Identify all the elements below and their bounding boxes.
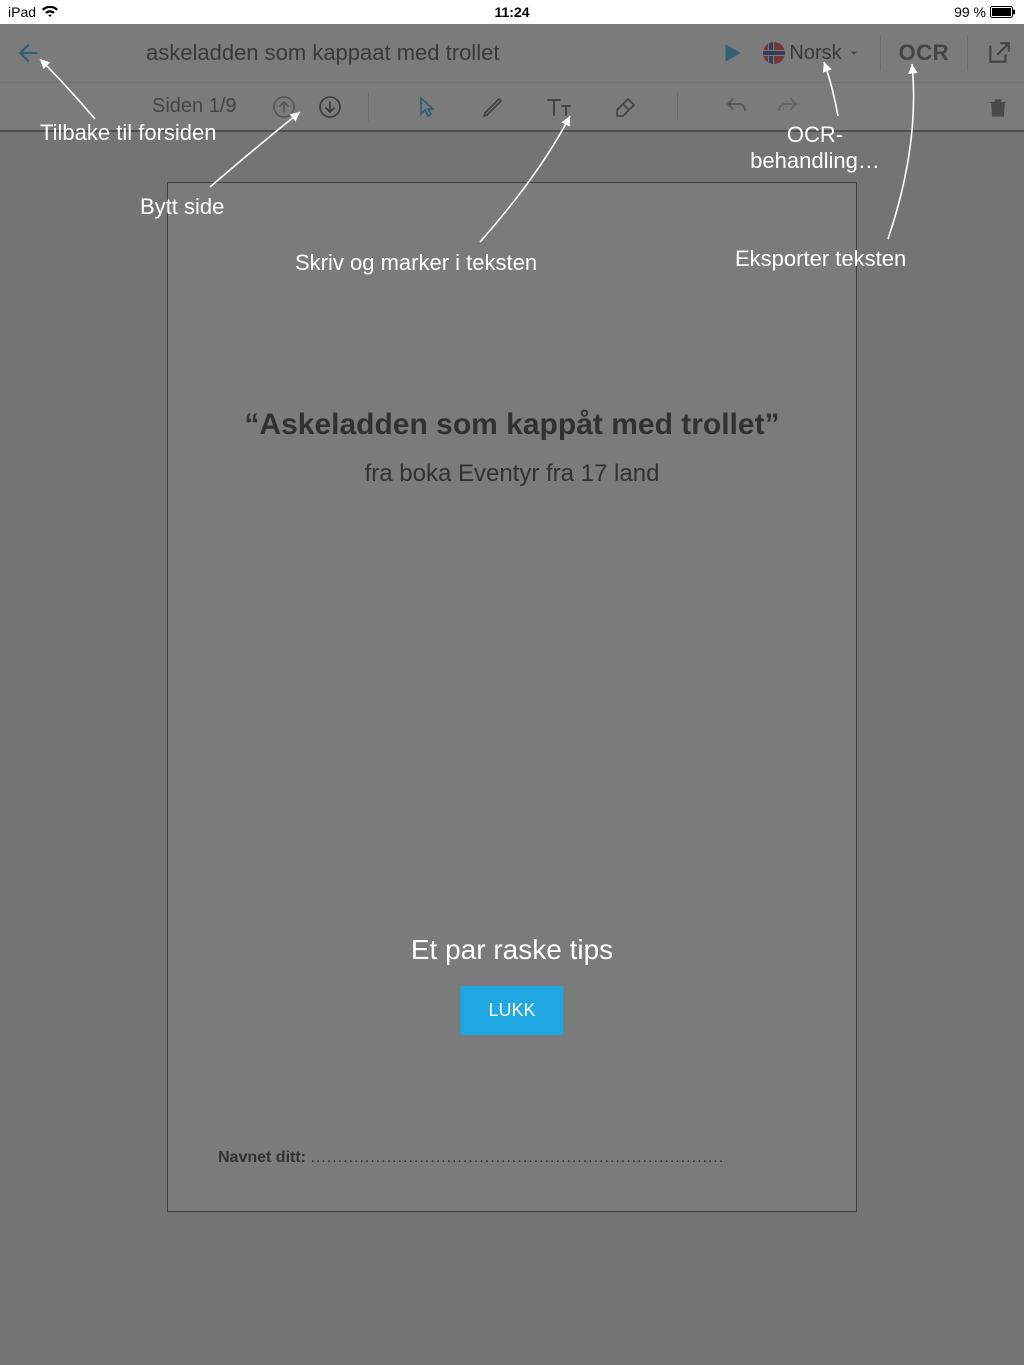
separator (967, 35, 968, 71)
separator (677, 93, 678, 121)
page-heading: “Askeladden som kappåt med trollet” (168, 408, 856, 442)
language-selector[interactable]: Norsk (763, 42, 861, 65)
battery-icon (990, 6, 1016, 18)
eraser-tool[interactable] (611, 93, 639, 121)
separator (880, 35, 881, 71)
separator (368, 93, 369, 121)
ocr-button[interactable]: OCR (899, 40, 949, 66)
editor-toolbar: Siden 1/9 (0, 82, 1024, 130)
pointer-tool[interactable] (413, 93, 441, 121)
back-button[interactable] (12, 37, 44, 69)
clock: 11:24 (494, 4, 529, 20)
name-field-line: Navnet ditt: ...........................… (218, 1149, 806, 1167)
document-viewport[interactable]: “Askeladden som kappåt med trollet” fra … (0, 130, 1024, 1365)
text-tool[interactable] (545, 93, 573, 121)
status-bar: iPad 11:24 99 % (0, 0, 1024, 24)
language-label: Norsk (789, 42, 841, 65)
trash-button[interactable] (984, 93, 1012, 121)
wifi-icon (42, 6, 58, 18)
page-indicator: Siden 1/9 (152, 95, 252, 118)
name-label: Navnet ditt: (218, 1149, 306, 1166)
page-up-button[interactable] (270, 93, 298, 121)
pencil-tool[interactable] (479, 93, 507, 121)
device-label: iPad (8, 4, 36, 20)
document-title: askeladden som kappaat med trollet (146, 40, 499, 66)
undo-button[interactable] (722, 93, 750, 121)
name-dots: ........................................… (310, 1149, 724, 1166)
play-button[interactable] (719, 40, 745, 66)
flag-icon (763, 42, 785, 64)
chevron-down-icon (846, 45, 862, 61)
redo-button[interactable] (774, 93, 802, 121)
app-header: askeladden som kappaat med trollet Norsk… (0, 24, 1024, 82)
document-page: “Askeladden som kappåt med trollet” fra … (167, 182, 857, 1212)
close-tips-button[interactable]: LUKK (460, 986, 563, 1035)
battery-percent: 99 % (954, 4, 986, 20)
page-down-button[interactable] (316, 93, 344, 121)
share-button[interactable] (986, 40, 1012, 66)
page-subheading: fra boka Eventyr fra 17 land (168, 460, 856, 488)
